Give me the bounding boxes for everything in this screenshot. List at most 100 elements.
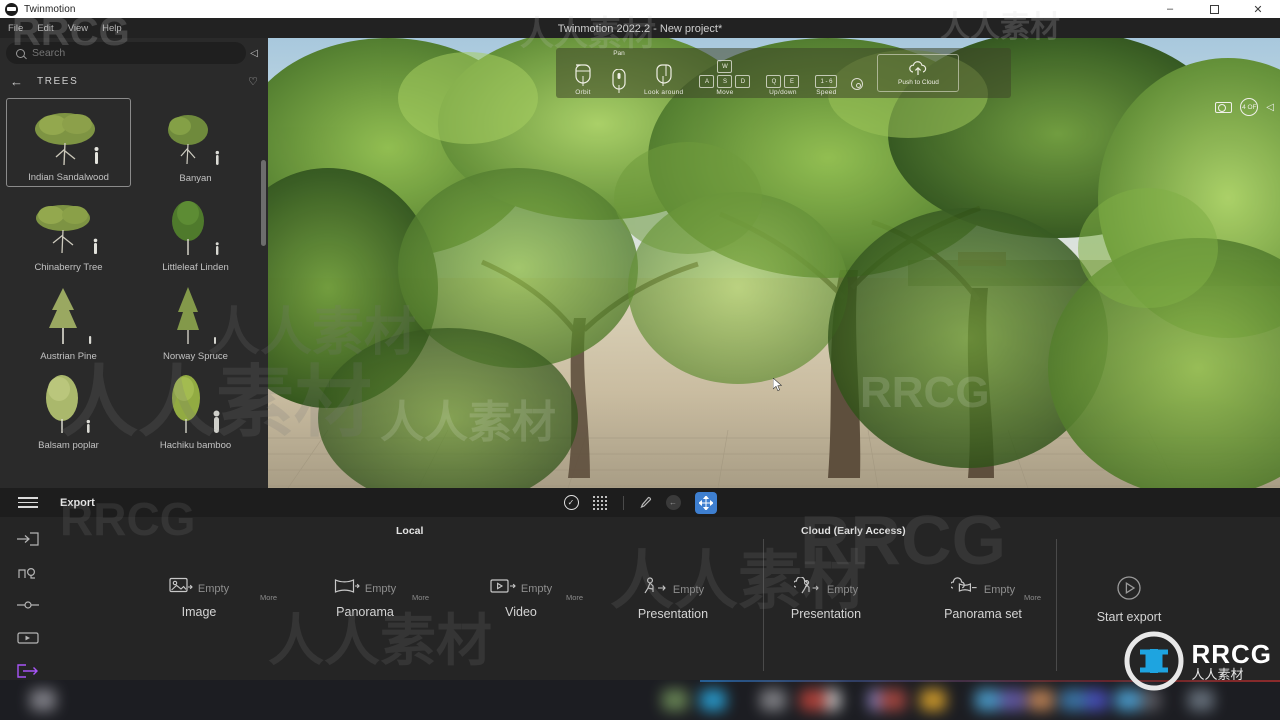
move-gizmo-icon[interactable]: [694, 491, 717, 514]
window-title-bar: Twinmotion – ✕: [0, 0, 1280, 18]
tree-thumbnail: [6, 365, 131, 440]
menu-item-file[interactable]: File: [8, 23, 23, 34]
video-icon: [490, 577, 516, 601]
updown-keys: Q E: [766, 62, 800, 88]
key-e[interactable]: E: [784, 75, 800, 88]
nav-look-around[interactable]: Look around: [636, 48, 691, 96]
nav-speed[interactable]: 1 - 6 Speed: [807, 48, 845, 96]
collapse-panel-button[interactable]: ◁: [246, 48, 262, 59]
library-item[interactable]: Banyan: [133, 98, 258, 187]
key-w[interactable]: W: [717, 60, 733, 73]
eyedropper-icon[interactable]: [638, 496, 652, 510]
library-item-label: Hachiku bamboo: [159, 440, 232, 451]
menu-item-view[interactable]: View: [68, 23, 88, 34]
search-input[interactable]: [32, 47, 236, 59]
move-keys: A W S D: [699, 60, 751, 88]
export-item-presentation-local[interactable]: Empty Presentation: [608, 577, 738, 621]
export-icon[interactable]: [16, 663, 40, 679]
nav-move-label: Move: [716, 89, 734, 96]
section-title-cloud: Cloud (Early Access): [801, 525, 906, 537]
start-export-button[interactable]: Start export: [1064, 575, 1194, 624]
rrcg-logo-sub: 人人素材: [1191, 666, 1244, 682]
tree-thumbnail: [133, 365, 258, 440]
rrcg-logo-text: RRCG: [1191, 638, 1272, 669]
more-link-image[interactable]: More: [260, 593, 277, 602]
export-item-status: Empty: [826, 584, 859, 596]
favorite-icon[interactable]: ♡: [248, 75, 258, 88]
window-controls: – ✕: [1148, 0, 1280, 18]
library-search-row: ◁: [0, 38, 268, 68]
nav-move[interactable]: A W S D Move: [691, 48, 758, 96]
viewport-3d[interactable]: Orbit Pan Look around A W S D Move Q E U…: [268, 38, 1280, 488]
nav-look-label: Look around: [644, 89, 684, 96]
export-header: Export ✓ ←: [0, 488, 1280, 517]
cloud-panorama-icon: [949, 577, 979, 603]
more-link-panorama[interactable]: More: [412, 593, 429, 602]
library-item-label: Balsam poplar: [38, 440, 99, 451]
settings-icon[interactable]: [16, 597, 40, 613]
nav-updown-label: Up/down: [769, 89, 797, 96]
nav-orbit[interactable]: Orbit: [564, 48, 602, 96]
library-item[interactable]: Norway Spruce: [133, 276, 258, 365]
library-item[interactable]: Balsam poplar: [6, 365, 131, 454]
windows-taskbar[interactable]: ûdemy: [0, 680, 1280, 720]
speed-keys: 1 - 6: [815, 62, 838, 88]
import-icon[interactable]: [16, 531, 40, 547]
library-item-label: Norway Spruce: [163, 351, 228, 362]
more-link-panorama-set[interactable]: More: [1024, 593, 1041, 602]
library-item-label: Austrian Pine: [40, 351, 97, 362]
viewport-collapse-icon[interactable]: ◁: [1266, 102, 1274, 113]
orbit-icon: [572, 62, 594, 88]
back-arrow-icon[interactable]: ←: [10, 75, 23, 88]
validate-icon[interactable]: ✓: [563, 495, 579, 510]
close-button[interactable]: ✕: [1236, 0, 1280, 18]
export-item-image[interactable]: Empty Image: [134, 577, 264, 619]
export-item-status: Empty: [983, 584, 1016, 596]
presentation-icon: [642, 577, 668, 603]
nav-pan[interactable]: Pan: [602, 48, 636, 96]
menu-item-edit[interactable]: Edit: [37, 23, 53, 34]
urban-icon[interactable]: [16, 564, 40, 580]
viewport-render: [268, 38, 1280, 488]
key-q[interactable]: Q: [766, 75, 782, 88]
gear-icon[interactable]: [851, 78, 864, 90]
export-panel: Export ✓ ← Local Cloud (Early Access) Em…: [0, 488, 1280, 680]
key-d[interactable]: D: [735, 75, 751, 88]
media-icon[interactable]: [16, 630, 40, 646]
search-icon: [16, 48, 25, 58]
library-scrollbar[interactable]: [261, 160, 266, 246]
menu-item-help[interactable]: Help: [102, 23, 122, 34]
library-item[interactable]: Hachiku bamboo: [133, 365, 258, 454]
undo-icon[interactable]: ←: [665, 495, 681, 510]
minimize-button[interactable]: –: [1148, 0, 1192, 18]
library-item-label: Chinaberry Tree: [34, 262, 103, 273]
library-item[interactable]: Littleleaf Linden: [133, 187, 258, 276]
key-s[interactable]: S: [717, 75, 733, 88]
library-item[interactable]: Austrian Pine: [6, 276, 131, 365]
key-a[interactable]: A: [699, 75, 715, 88]
library-item[interactable]: Chinaberry Tree: [6, 187, 131, 276]
library-item[interactable]: Indian Sandalwood: [6, 98, 131, 187]
center-toolbar: ✓ ←: [0, 488, 1280, 517]
export-item-status: Empty: [672, 584, 705, 596]
more-link-video[interactable]: More: [566, 593, 583, 602]
key-speed-range[interactable]: 1 - 6: [815, 75, 838, 88]
maximize-button[interactable]: [1192, 0, 1236, 18]
push-to-cloud-button[interactable]: Push to Cloud: [877, 54, 960, 92]
start-export-label: Start export: [1096, 610, 1162, 624]
export-item-label: Presentation: [637, 607, 709, 621]
library-panel: ◁ ← TREES ♡: [0, 38, 268, 488]
grid-icon[interactable]: [592, 495, 609, 510]
export-item-presentation-cloud[interactable]: Empty Presentation: [761, 576, 891, 621]
search-box[interactable]: [6, 42, 246, 64]
viewport-badge[interactable]: 4 OF: [1240, 98, 1259, 116]
nav-updown[interactable]: Q E Up/down: [758, 48, 807, 96]
nav-speed-label: Speed: [816, 89, 837, 96]
section-divider-2: [1056, 539, 1057, 671]
export-item-panorama[interactable]: Empty Panorama: [300, 577, 430, 619]
navigation-hud: Orbit Pan Look around A W S D Move Q E U…: [556, 48, 1011, 98]
tree-thumbnail: [6, 276, 131, 351]
export-item-label: Video: [505, 605, 537, 619]
tree-thumbnail: [133, 98, 258, 173]
camera-icon[interactable]: [1215, 101, 1233, 113]
